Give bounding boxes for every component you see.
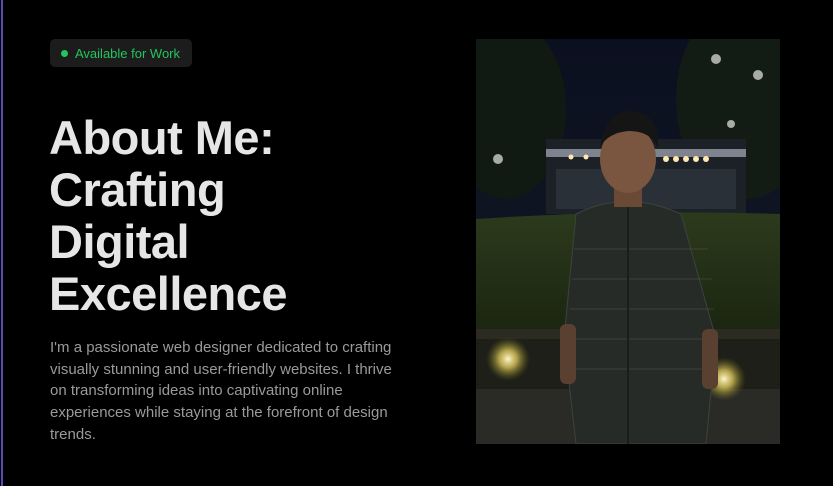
title-line-3: Digital: [49, 215, 190, 269]
status-dot-icon: [61, 49, 68, 57]
availability-label: Available for Work: [75, 45, 181, 61]
left-border-rule: [1, 0, 3, 486]
portrait-photo: [476, 39, 780, 444]
about-section: Available for Work About Me: Crafting Di…: [0, 0, 833, 486]
page-title: About Me: Crafting Digital Excellence: [49, 111, 429, 321]
title-line-1: About Me:: [49, 111, 275, 164]
title-line-2: Crafting: [49, 163, 226, 217]
bio-paragraph: I'm a passionate web designer dedicated …: [50, 339, 392, 443]
portrait-illustration: [476, 39, 780, 444]
title-line-4: Excellence: [49, 267, 288, 321]
availability-badge: Available for Work: [50, 39, 193, 67]
